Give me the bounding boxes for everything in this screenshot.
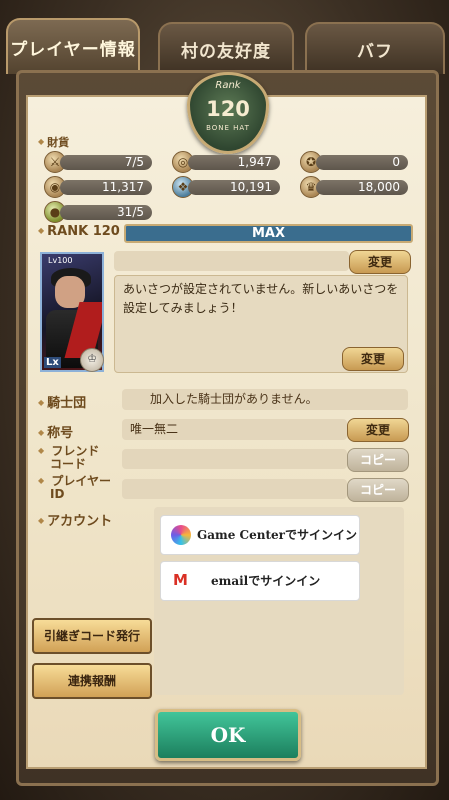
rank-progress-bar: MAX	[124, 224, 413, 243]
tab-bar: プレイヤー情報 村の友好度 バフ	[0, 18, 449, 74]
account-label: アカウント	[38, 510, 112, 529]
change-name-button[interactable]: 変更	[349, 250, 411, 274]
friend-code-field	[122, 449, 347, 469]
ok-button[interactable]: OK	[155, 709, 301, 761]
friend-code-label-line2: コード	[50, 457, 87, 471]
change-greeting-button[interactable]: 変更	[342, 347, 404, 371]
resource-medal-value: 0	[316, 155, 408, 170]
rank-emblem-number: 120	[206, 97, 250, 121]
portrait-level: Lv100	[48, 256, 73, 265]
game-center-icon	[171, 525, 191, 545]
rank-emblem-label: Rank	[215, 80, 241, 91]
player-id-field	[122, 479, 347, 499]
tab-village-friendship[interactable]: 村の友好度	[158, 22, 294, 74]
copy-player-id-button[interactable]: コピー	[347, 478, 409, 502]
resource-trophy-value: 18,000	[316, 180, 408, 195]
resource-sword-value: 7/5	[60, 155, 152, 170]
rank-label: RANK 120	[38, 224, 120, 239]
player-id-label-line1: プレイヤー	[51, 474, 111, 488]
player-id-label-line2: ID	[50, 487, 65, 501]
knights-value: 加入した騎士団がありません。	[122, 389, 408, 410]
resource-gem-value: 10,191	[188, 180, 280, 195]
player-id-label: プレイヤー ID	[38, 474, 111, 501]
crest-icon: ♔	[80, 348, 104, 372]
change-title-button[interactable]: 変更	[347, 418, 409, 442]
tab-player-info[interactable]: プレイヤー情報	[6, 18, 140, 74]
tab-buff[interactable]: バフ	[305, 22, 445, 74]
friend-code-label: フレンド コード	[38, 444, 99, 471]
friend-code-label-line1: フレンド	[51, 444, 100, 458]
copy-friend-code-button[interactable]: コピー	[347, 448, 409, 472]
email-signin-button[interactable]: M emailでサインイン	[160, 561, 360, 601]
title-label: 称号	[38, 422, 73, 441]
gmail-icon: M	[173, 571, 188, 589]
portrait-badge: Lx	[44, 357, 61, 368]
resource-silver-value: 1,947	[188, 155, 280, 170]
email-signin-label: emailでサインイン	[211, 574, 321, 588]
link-reward-button[interactable]: 連携報酬	[32, 663, 152, 699]
rank-emblem-tag: BONE HAT	[206, 124, 250, 132]
resource-gold-value: 11,317	[60, 180, 152, 195]
knights-label: 騎士団	[38, 392, 86, 411]
game-center-signin-label: Game Centerでサインイン	[197, 528, 357, 542]
game-center-signin-button[interactable]: Game Centerでサインイン	[160, 515, 360, 555]
player-name-field	[114, 251, 349, 271]
assets-label: 財貨	[38, 134, 69, 150]
resource-orb-value: 31/5	[60, 205, 152, 220]
title-value: 唯一無二	[122, 419, 347, 440]
transfer-code-button[interactable]: 引継ぎコード発行	[32, 618, 152, 654]
